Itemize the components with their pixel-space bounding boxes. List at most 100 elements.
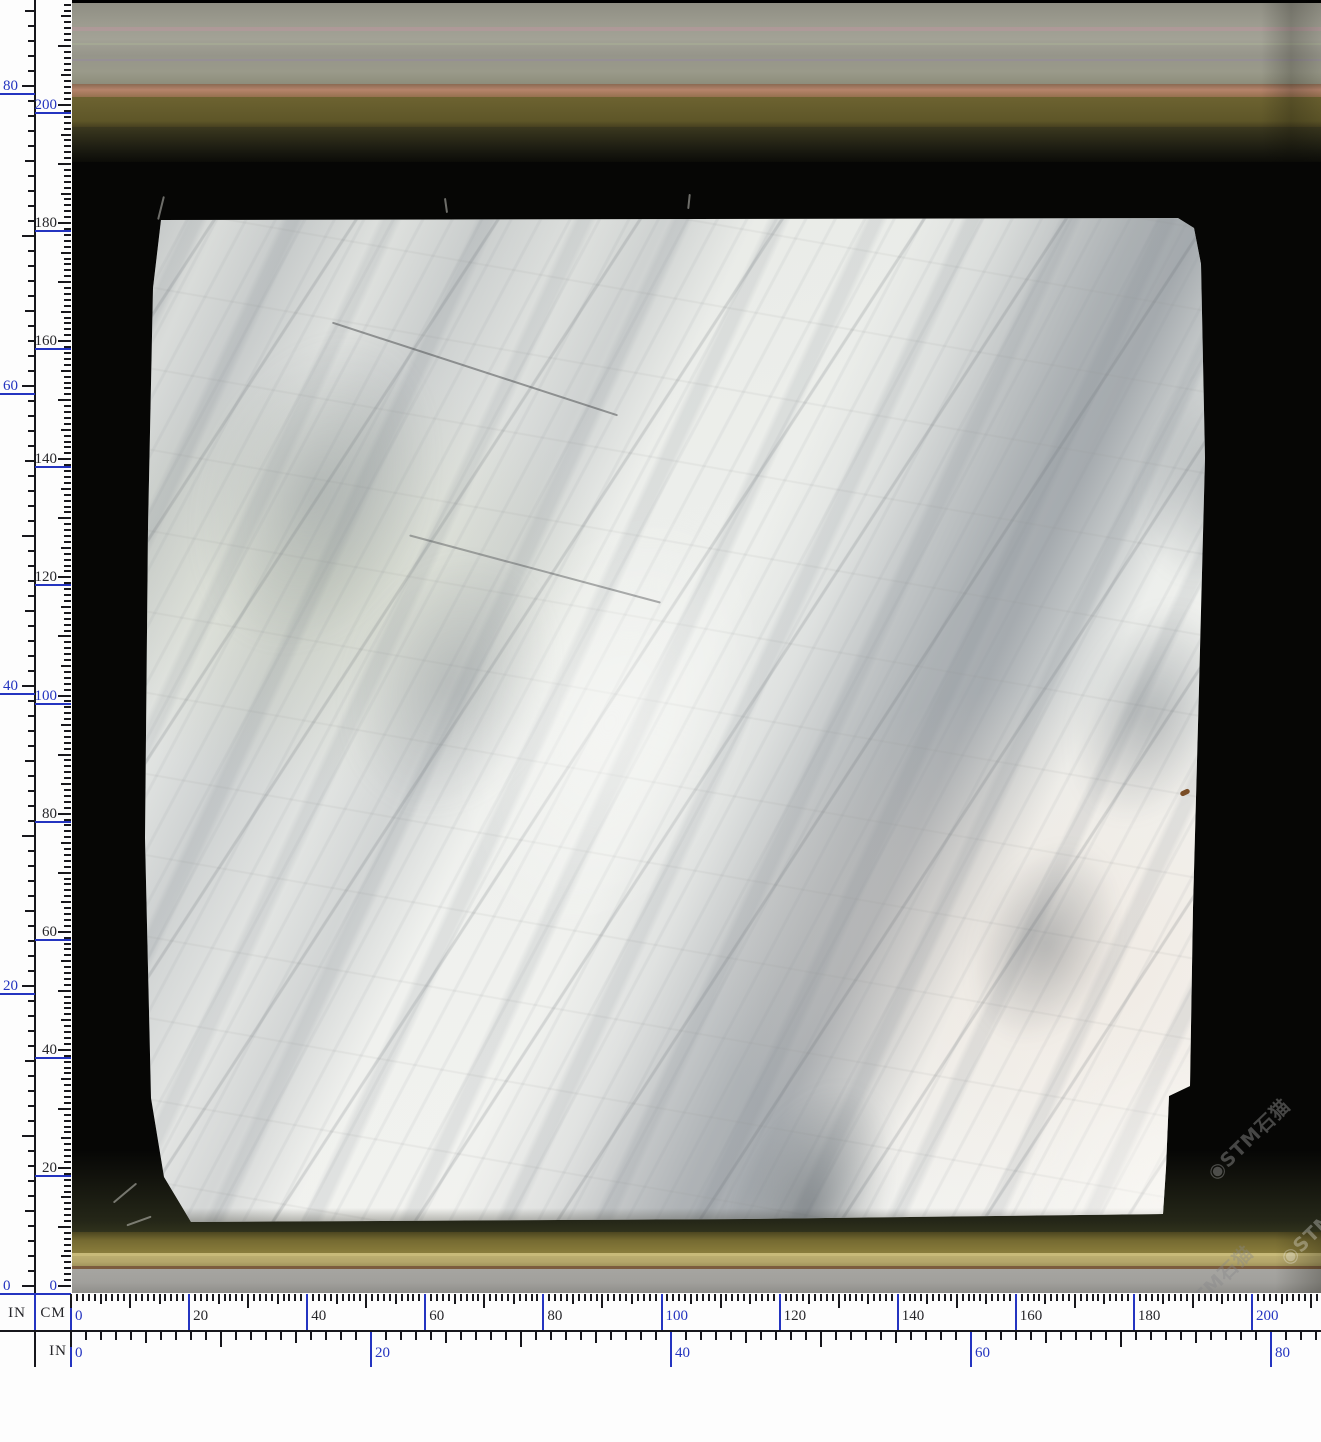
left-ruler-cm-tick [64, 122, 71, 124]
bottom-ruler-in-tick [430, 1332, 432, 1340]
bottom-ruler-in-tick [985, 1332, 987, 1340]
bottom-ruler-in-tick [610, 1332, 612, 1340]
left-ruler-cm-tick [64, 352, 71, 354]
bottom-ruler-cm-tick [1227, 1294, 1229, 1301]
bottom-ruler-cm-tick [253, 1294, 255, 1301]
left-ruler-in-tick [28, 1075, 35, 1077]
bottom-ruler-cm-tick [1316, 1294, 1318, 1301]
bottom-ruler-in-tick [1180, 1332, 1182, 1340]
bottom-ruler-cm-tick [412, 1294, 414, 1301]
bottom-ruler-cm-tick [607, 1294, 609, 1301]
left-ruler-cm-tick [58, 1049, 71, 1051]
bottom-ruler-cm-major-line [424, 1294, 426, 1330]
bottom-ruler-cm-tick [666, 1294, 668, 1301]
bottom-ruler-cm-tick [489, 1294, 491, 1301]
bottom-ruler-cm-tick [584, 1294, 586, 1301]
bottom-ruler-cm-tick [938, 1294, 940, 1301]
left-ruler-cm-tick [64, 387, 71, 389]
bottom-ruler-cm-tick [218, 1294, 220, 1304]
bottom-ruler-cm-tick [909, 1294, 911, 1301]
left-ruler-cm-tick [64, 1232, 71, 1234]
bottom-ruler-cm-tick [1145, 1294, 1147, 1301]
slab-scanner-capture: { "watermark": { "logo_glyph": "◉", "tex… [0, 0, 1321, 1367]
bottom-ruler-cm-tick [649, 1294, 651, 1301]
left-ruler-cm-tick [61, 901, 71, 903]
bottom-ruler-cm-tick [312, 1294, 314, 1301]
bottom-ruler-cm-tick [147, 1294, 149, 1301]
left-ruler-cm-tick [64, 80, 71, 82]
bottom-ruler-cm-label: 80 [547, 1306, 562, 1326]
bottom-ruler-cm-tick [702, 1294, 704, 1301]
bottom-ruler-in-tick [1225, 1332, 1227, 1340]
left-ruler-in-tick [25, 910, 35, 912]
bottom-ruler-cm-tick [749, 1294, 751, 1304]
bottom-ruler-cm-tick [1074, 1294, 1076, 1308]
left-ruler-in-tick [28, 1180, 35, 1182]
left-ruler-cm-tick [64, 263, 71, 265]
left-ruler-cm-tick [58, 576, 71, 578]
bottom-ruler-in-tick [640, 1332, 642, 1340]
left-ruler-cm-tick [64, 630, 71, 632]
bottom-ruler-cm-tick [407, 1294, 409, 1301]
left-ruler-cm-tick [64, 98, 71, 100]
left-ruler-in-tick [28, 655, 35, 657]
left-ruler-in-tick [28, 1150, 35, 1152]
bottom-ruler-in-tick [595, 1332, 597, 1343]
left-ruler-in-tick [28, 820, 35, 822]
bottom-ruler-cm-tick [1033, 1294, 1035, 1301]
left-ruler-cm-tick [58, 222, 71, 224]
left-ruler-cm-tick [64, 1102, 71, 1104]
left-ruler-in-tick [28, 670, 35, 672]
bottom-ruler-in-tick [385, 1332, 387, 1340]
left-ruler-cm-tick [64, 446, 71, 448]
left-ruler-in-tick [28, 430, 35, 432]
left-ruler-in-tick [28, 625, 35, 627]
left-ruler-in-tick [28, 1255, 35, 1257]
left-ruler-cm-tick [64, 570, 71, 572]
left-ruler-cm-tick [64, 452, 71, 454]
bottom-ruler-in-tick [70, 1332, 72, 1347]
bottom-ruler-cm-tick [578, 1294, 580, 1301]
bottom-ruler-cm-tick [182, 1294, 184, 1301]
bottom-ruler-in-tick [745, 1332, 747, 1343]
bottom-ruler-cm-tick [430, 1294, 432, 1301]
left-ruler-cm-tick [64, 116, 71, 118]
bottom-ruler-cm-tick [418, 1294, 420, 1301]
bottom-ruler-cm-tick [247, 1294, 249, 1308]
bottom-ruler-cm-tick [920, 1294, 922, 1301]
bottom-ruler-cm-tick [1062, 1294, 1064, 1301]
left-ruler-cm-tick [64, 895, 71, 897]
bottom-ruler-cm-tick [572, 1294, 574, 1304]
left-ruler-cm-tick [64, 795, 71, 797]
bottom-ruler-in-tick [1315, 1332, 1317, 1340]
left-ruler-cm-tick [64, 948, 71, 950]
bottom-ruler-cm-tick [1186, 1294, 1188, 1301]
left-ruler-in-tick [22, 535, 35, 537]
left-ruler-cm-tick [64, 1072, 71, 1074]
bottom-ruler-in-tick [160, 1332, 162, 1340]
left-ruler-in-label: 0 [3, 1276, 33, 1296]
bottom-ruler-cm-tick [956, 1294, 958, 1308]
bottom-ruler-in-tick [400, 1332, 402, 1340]
left-ruler-in-tick [28, 340, 35, 342]
left-ruler-in-tick [28, 970, 35, 972]
left-ruler-cm-tick [64, 1267, 71, 1269]
bottom-ruler-cm-tick [548, 1294, 550, 1301]
bottom-ruler-cm-tick [1109, 1294, 1111, 1301]
left-ruler-cm-tick [64, 441, 71, 443]
bottom-ruler-cm-tick [359, 1294, 361, 1301]
left-ruler-cm-tick [64, 86, 71, 88]
left-ruler-cm-tick [58, 281, 71, 283]
left-ruler-cm-tick [64, 618, 71, 620]
bottom-ruler-cm-tick [1275, 1294, 1277, 1301]
bottom-ruler-cm-tick [1180, 1294, 1182, 1301]
bottom-ruler-cm-major-line [188, 1294, 190, 1330]
left-ruler-in-tick [28, 25, 35, 27]
left-ruler-in-tick [28, 565, 35, 567]
left-ruler-cm-tick [61, 960, 71, 962]
bottom-ruler-in-tick [460, 1332, 462, 1340]
left-ruler-cm-tick [64, 470, 71, 472]
left-ruler-in-label: 20 [3, 976, 33, 996]
bottom-ruler-in-tick [190, 1332, 192, 1340]
bottom-ruler-cm-tick [1245, 1294, 1247, 1301]
